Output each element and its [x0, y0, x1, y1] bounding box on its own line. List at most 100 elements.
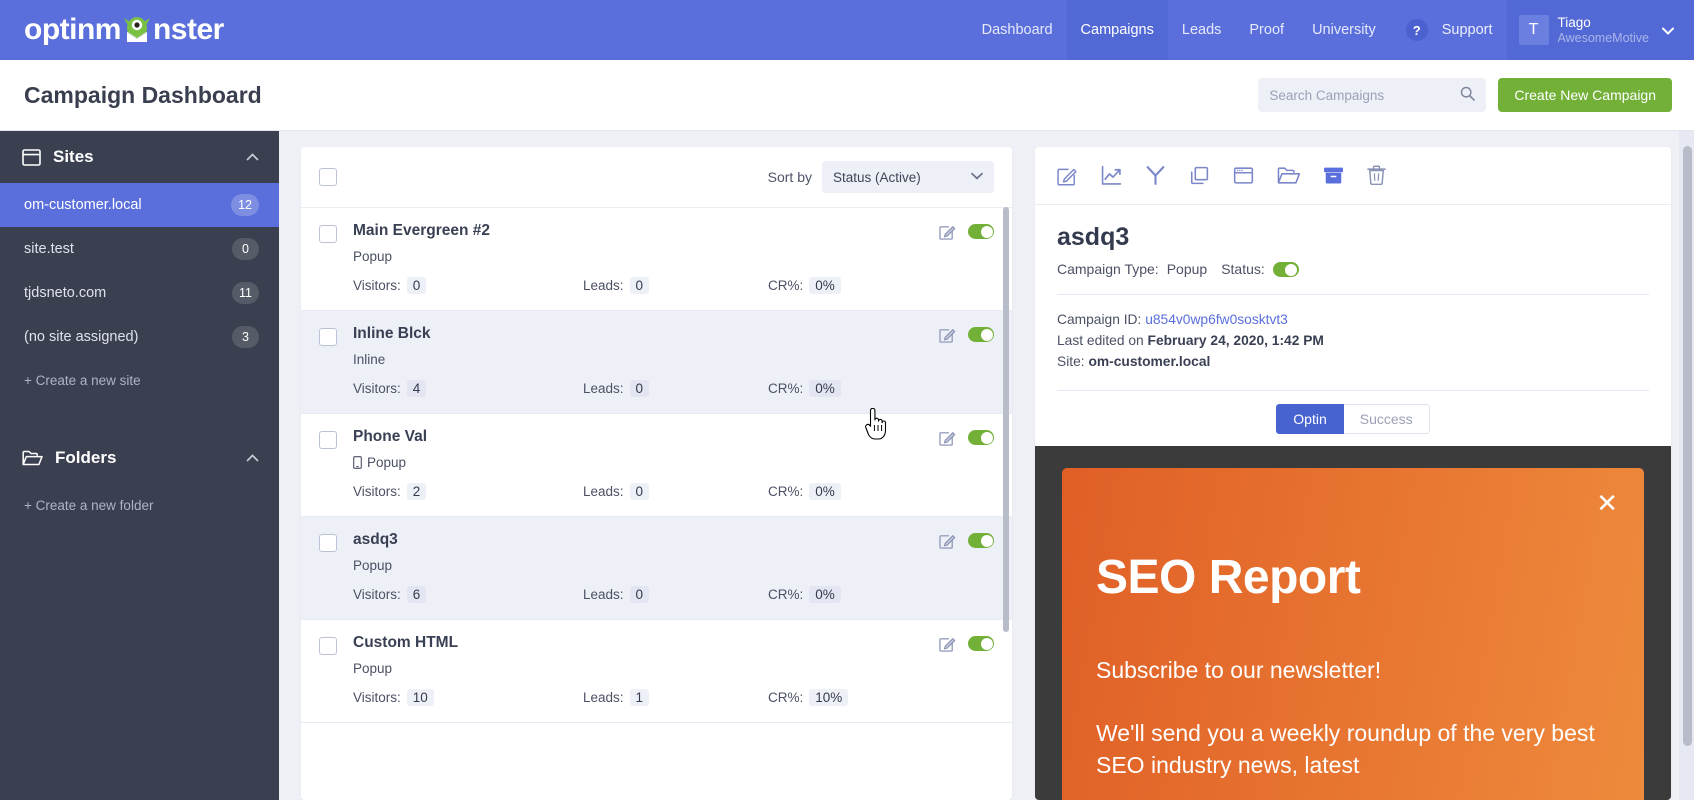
detail-status-toggle[interactable]: [1273, 262, 1299, 277]
stat-leads: Leads: 0: [583, 483, 768, 500]
nav-item-support[interactable]: Support: [1434, 0, 1507, 60]
campaign-type-label: Popup: [353, 558, 392, 573]
close-icon[interactable]: ✕: [1596, 490, 1618, 516]
table-row[interactable]: asdq3 Popup Visitors: 6 Leads: 0: [301, 517, 1012, 620]
cr-label: CR%:: [768, 278, 803, 293]
nav-item-dashboard[interactable]: Dashboard: [968, 0, 1067, 60]
visitors-value: 2: [407, 483, 427, 500]
sidebar-section-sites[interactable]: Sites: [0, 131, 279, 183]
cr-value: 0%: [809, 483, 841, 500]
leads-value: 0: [630, 380, 650, 397]
status-toggle[interactable]: [968, 327, 994, 342]
row-checkbox[interactable]: [319, 637, 337, 655]
select-all-checkbox[interactable]: [319, 168, 337, 186]
split-test-icon[interactable]: [1145, 165, 1166, 186]
sidebar-item-label: (no site assigned): [24, 329, 138, 345]
campaign-list-column: Sort by Status (Active) Main Evergreen #…: [279, 131, 1034, 800]
header-actions: Create New Campaign: [1258, 78, 1672, 112]
status-toggle[interactable]: [968, 636, 994, 651]
duplicate-icon[interactable]: [1189, 165, 1210, 186]
cr-label: CR%:: [768, 381, 803, 396]
create-new-folder-link[interactable]: + Create a new folder: [0, 484, 279, 527]
campaign-list-scroll-area[interactable]: Main Evergreen #2 Popup Visitors: 0 Lead…: [301, 208, 1012, 800]
move-to-folder-icon[interactable]: [1277, 166, 1300, 186]
campaign-stats: Visitors: 6 Leads: 0 CR%: 0%: [353, 586, 939, 603]
chevron-down-icon: [1662, 23, 1674, 38]
page-scrollbar-thumb[interactable]: [1683, 146, 1692, 746]
sort-by-select[interactable]: Status (Active): [822, 161, 994, 193]
analytics-icon[interactable]: [1101, 165, 1122, 186]
edit-icon[interactable]: [939, 635, 956, 657]
nav-item-proof[interactable]: Proof: [1235, 0, 1298, 60]
sidebar-spacer: [0, 402, 279, 432]
row-content: Custom HTML Popup Visitors: 10 Leads:: [353, 634, 939, 706]
create-new-site-link[interactable]: + Create a new site: [0, 359, 279, 402]
edit-icon[interactable]: [939, 429, 956, 451]
search-icon[interactable]: [1460, 86, 1475, 104]
sidebar-item-tjdsneto-com[interactable]: tjdsneto.com 11: [0, 271, 279, 315]
table-row[interactable]: Main Evergreen #2 Popup Visitors: 0 Lead…: [301, 208, 1012, 311]
sidebar-item-label: om-customer.local: [24, 197, 142, 213]
campaign-stats: Visitors: 10 Leads: 1 CR%: 10%: [353, 689, 939, 706]
table-row[interactable]: Phone Val Popup Visitors: 2: [301, 414, 1012, 517]
campaign-id-value[interactable]: u854v0wp6fw0sosktvt3: [1145, 312, 1288, 327]
status-toggle[interactable]: [968, 224, 994, 239]
tab-success[interactable]: Success: [1344, 404, 1430, 434]
status-toggle[interactable]: [968, 533, 994, 548]
create-new-campaign-button[interactable]: Create New Campaign: [1498, 78, 1672, 112]
table-row[interactable]: Inline Blck Inline Visitors: 4 Leads:: [301, 311, 1012, 414]
edit-icon[interactable]: [939, 223, 956, 245]
sidebar-item-count: 12: [231, 194, 259, 216]
leads-label: Leads:: [583, 484, 624, 499]
campaign-name: Custom HTML: [353, 634, 939, 652]
campaign-type-label: Popup: [353, 249, 392, 264]
chevron-up-icon[interactable]: [246, 451, 259, 465]
folders-section-title: Folders: [55, 448, 116, 468]
sidebar-item-label: site.test: [24, 241, 74, 257]
change-site-icon[interactable]: [1233, 165, 1254, 186]
nav-item-leads[interactable]: Leads: [1168, 0, 1236, 60]
trash-icon[interactable]: [1367, 165, 1386, 186]
site-value[interactable]: om-customer.local: [1088, 354, 1210, 369]
archive-icon[interactable]: [1323, 166, 1344, 185]
tab-optin[interactable]: Optin: [1276, 404, 1343, 434]
optinmonster-logo[interactable]: optinm nster: [0, 0, 234, 60]
cr-value: 0%: [809, 380, 841, 397]
detail-toolbar: [1035, 147, 1671, 205]
row-checkbox[interactable]: [319, 225, 337, 243]
nav-item-university[interactable]: University: [1298, 0, 1390, 60]
sidebar-item-om-customer-local[interactable]: om-customer.local 12: [0, 183, 279, 227]
sidebar-section-folders[interactable]: Folders: [0, 432, 279, 484]
campaign-list-scrollbar[interactable]: [1003, 207, 1009, 632]
edit-icon[interactable]: [939, 532, 956, 554]
edit-icon[interactable]: [939, 326, 956, 348]
avatar: T: [1519, 15, 1549, 45]
search-campaigns-box[interactable]: [1258, 78, 1486, 112]
sidebar-item-site-test[interactable]: site.test 0: [0, 227, 279, 271]
cr-label: CR%:: [768, 690, 803, 705]
row-actions: [939, 428, 994, 500]
campaign-preview-frame: ✕ SEO Report Subscribe to our newsletter…: [1035, 446, 1671, 800]
status-toggle[interactable]: [968, 430, 994, 445]
help-button[interactable]: ?: [1390, 0, 1434, 60]
stat-leads: Leads: 1: [583, 689, 768, 706]
chevron-up-icon[interactable]: [246, 150, 259, 164]
row-actions: [939, 325, 994, 397]
nav-item-campaigns[interactable]: Campaigns: [1067, 0, 1168, 60]
folder-icon: [22, 450, 43, 467]
row-checkbox[interactable]: [319, 534, 337, 552]
stat-visitors: Visitors: 2: [353, 483, 583, 500]
search-input[interactable]: [1269, 88, 1456, 103]
leads-label: Leads:: [583, 278, 624, 293]
edit-icon[interactable]: [1057, 165, 1078, 186]
visitors-label: Visitors:: [353, 381, 401, 396]
row-checkbox[interactable]: [319, 431, 337, 449]
user-menu[interactable]: T Tiago AwesomeMotive: [1507, 0, 1694, 60]
brand-text-part1: optinm: [24, 13, 121, 47]
row-actions: [939, 634, 994, 706]
campaign-name: Inline Blck: [353, 325, 939, 343]
sidebar-item-no-site-assigned[interactable]: (no site assigned) 3: [0, 315, 279, 359]
table-row[interactable]: Custom HTML Popup Visitors: 10 Leads:: [301, 620, 1012, 723]
row-content: Phone Val Popup Visitors: 2: [353, 428, 939, 500]
row-checkbox[interactable]: [319, 328, 337, 346]
